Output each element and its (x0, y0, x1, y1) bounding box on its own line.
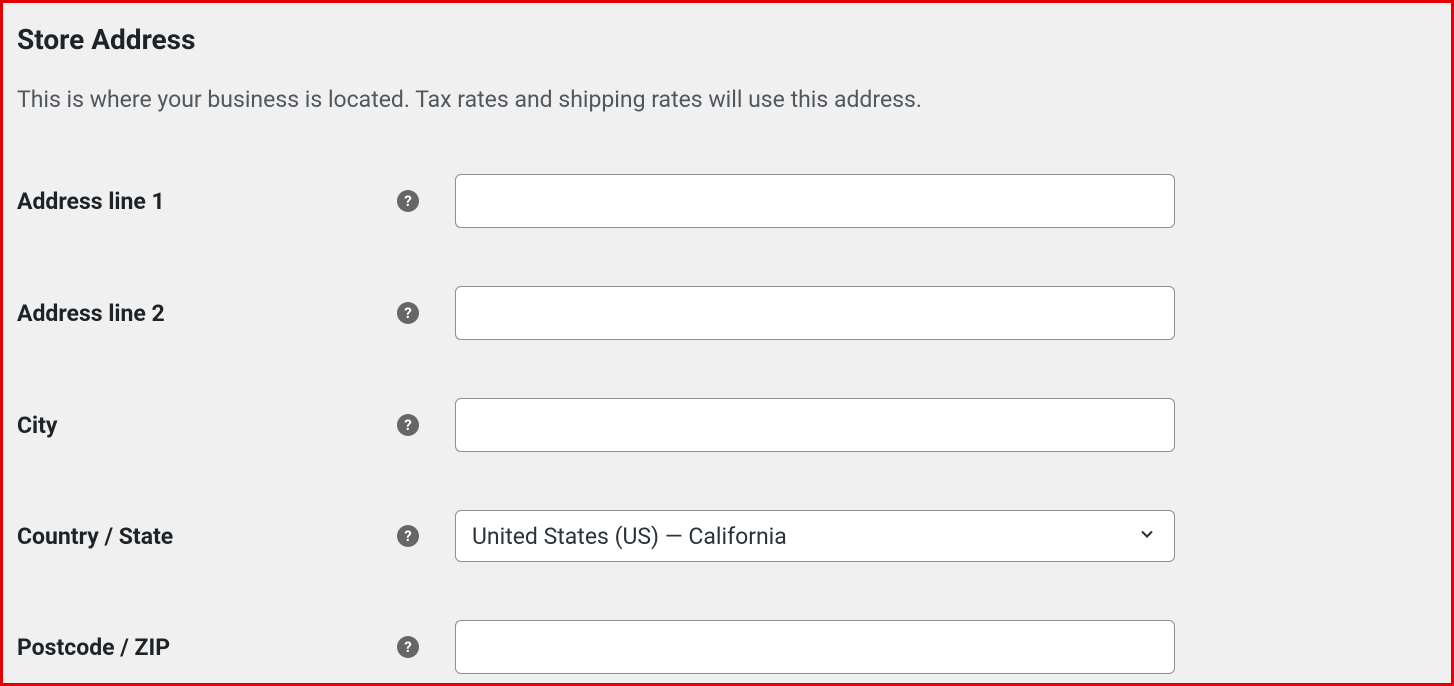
row-address-line-1: Address line 1 ? (17, 174, 1437, 228)
row-city: City ? (17, 398, 1437, 452)
help-icon[interactable]: ? (397, 190, 419, 212)
address-line-2-input[interactable] (455, 286, 1175, 340)
section-description: This is where your business is located. … (17, 84, 1437, 116)
row-address-line-2: Address line 2 ? (17, 286, 1437, 340)
label-city: City (17, 412, 58, 439)
row-country-state: Country / State ? United States (US) — C… (17, 510, 1437, 562)
help-icon[interactable]: ? (397, 414, 419, 436)
help-icon[interactable]: ? (397, 525, 419, 547)
address-line-1-input[interactable] (455, 174, 1175, 228)
help-icon[interactable]: ? (397, 636, 419, 658)
country-state-select[interactable]: United States (US) — California (455, 510, 1175, 562)
help-icon[interactable]: ? (397, 302, 419, 324)
row-postcode-zip: Postcode / ZIP ? (17, 620, 1437, 674)
country-state-selected-value: United States (US) — California (472, 523, 787, 550)
store-address-section: Store Address This is where your busines… (0, 0, 1454, 686)
postcode-zip-input[interactable] (455, 620, 1175, 674)
label-address-line-2: Address line 2 (17, 300, 165, 327)
section-title: Store Address (17, 23, 1437, 56)
label-address-line-1: Address line 1 (17, 188, 165, 215)
city-input[interactable] (455, 398, 1175, 452)
label-country-state: Country / State (17, 523, 173, 550)
label-postcode-zip: Postcode / ZIP (17, 634, 170, 661)
